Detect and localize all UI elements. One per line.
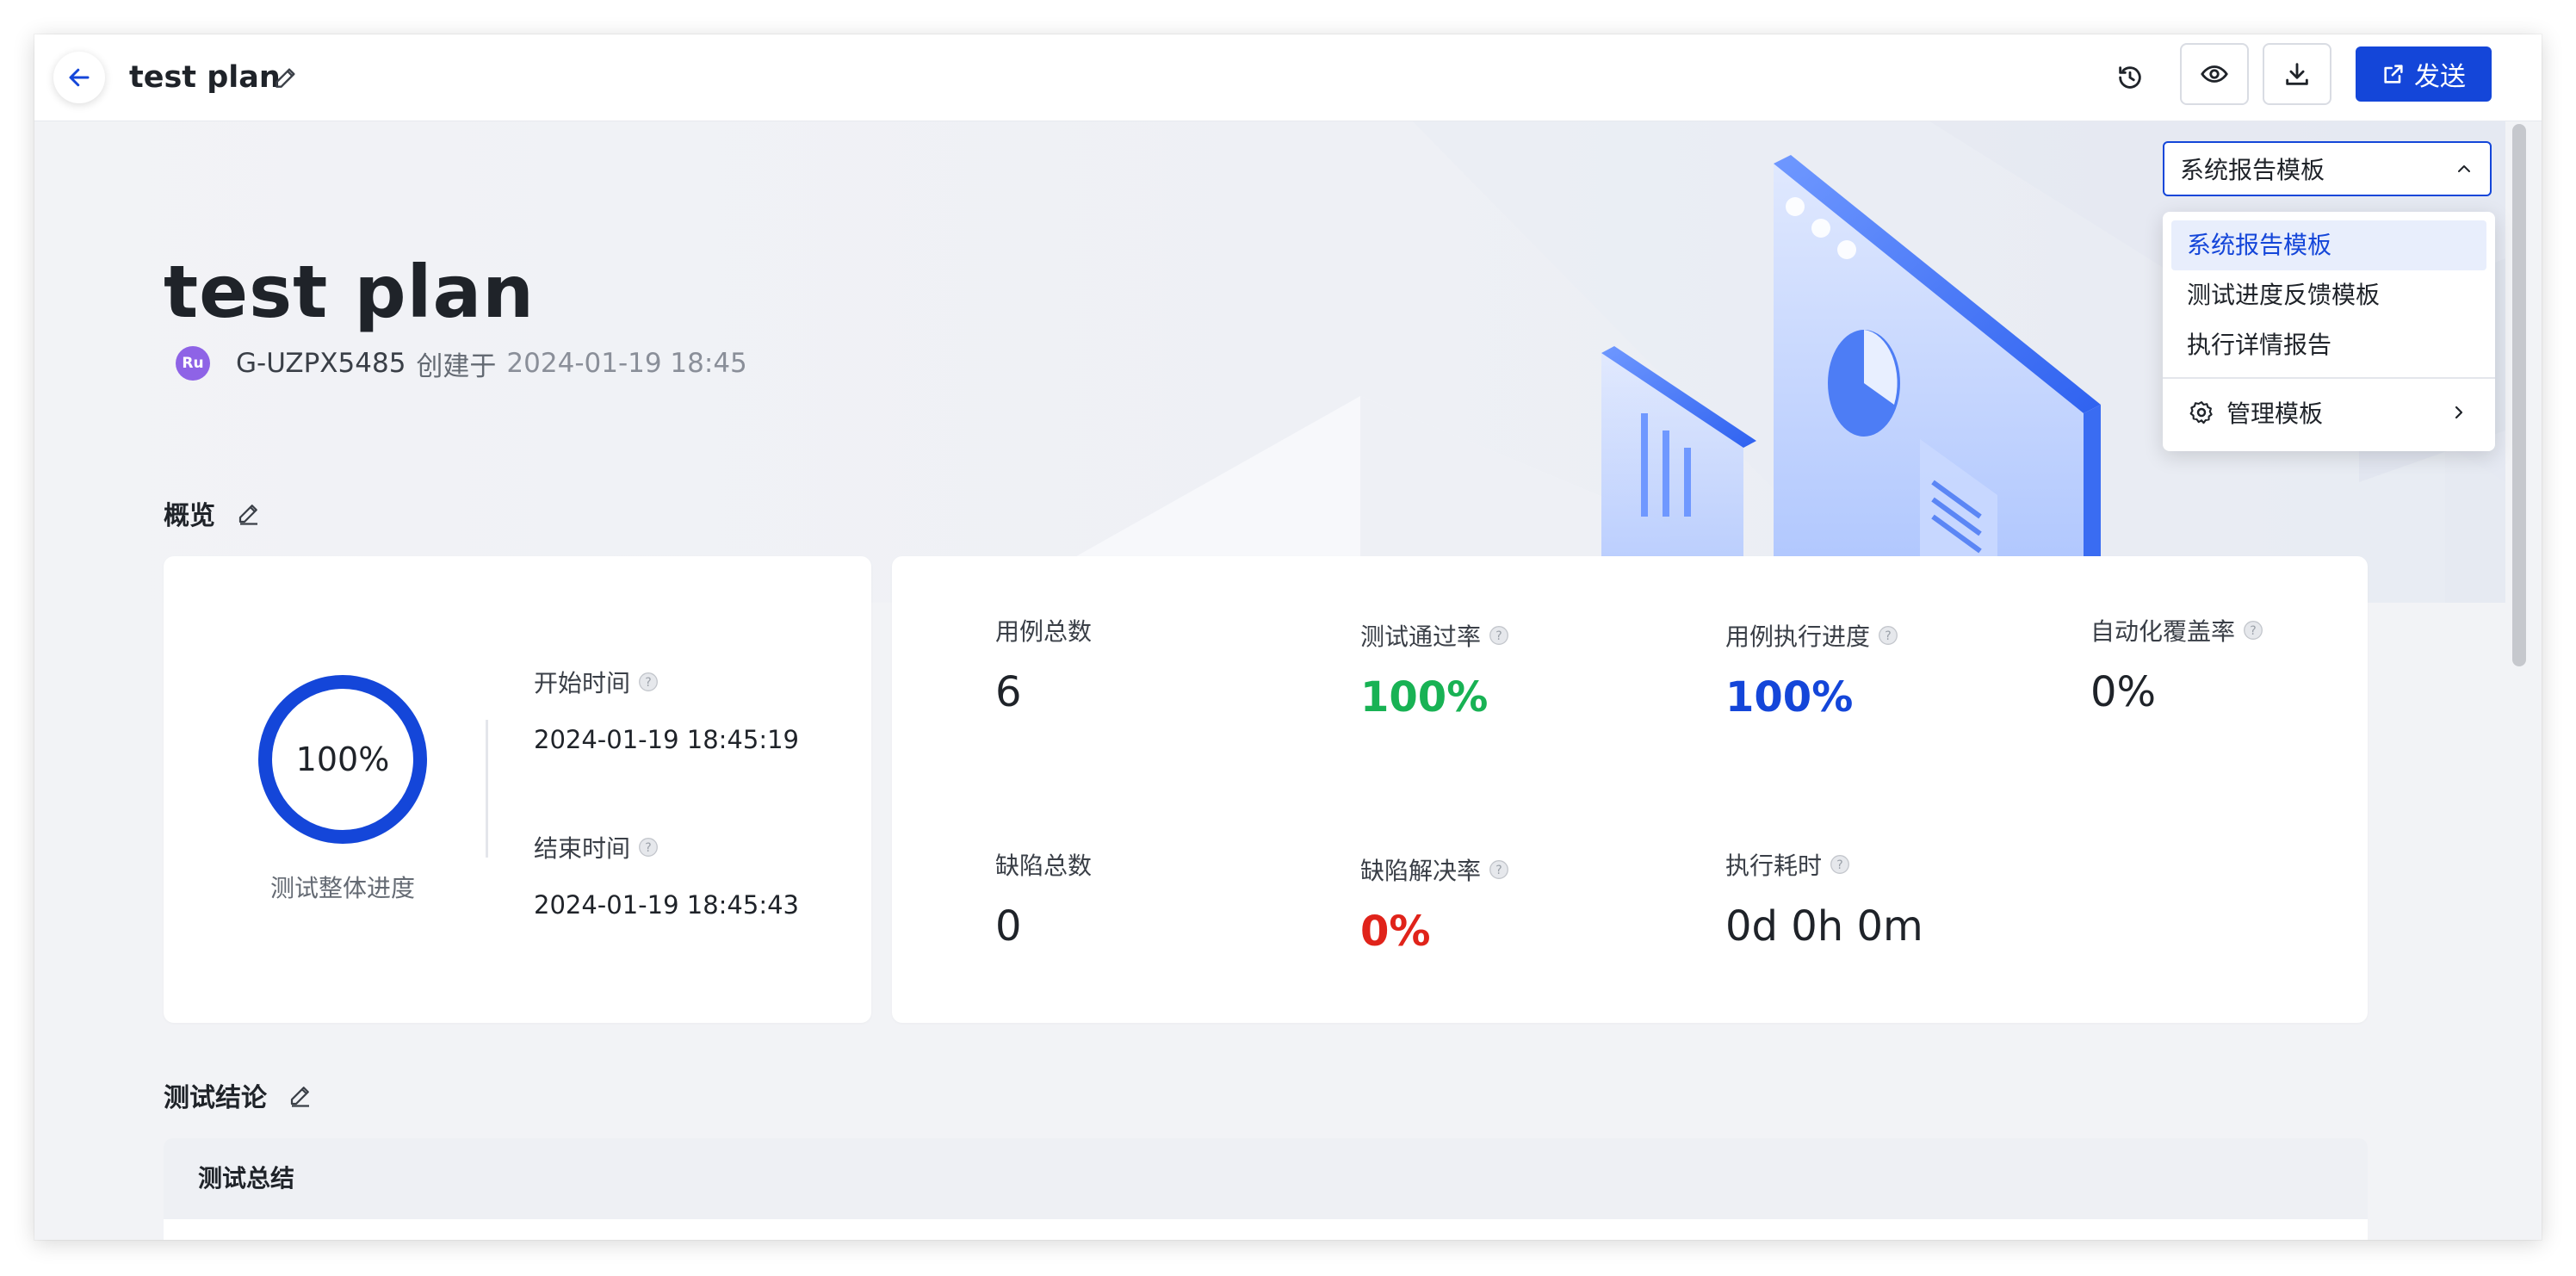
stats-card: 用例总数 6 测试通过率 ? 100% 用例执行进度 ? 100% 自动化覆盖率… bbox=[892, 556, 2368, 1023]
pencil-icon[interactable] bbox=[288, 1082, 313, 1108]
progress-caption: 测试整体进度 bbox=[269, 874, 415, 902]
stat-label-text: 缺陷解决率 bbox=[1360, 857, 1482, 885]
progress-card: 100% 测试整体进度 开始时间 ? 2024-01-19 18:45:19 结… bbox=[164, 556, 871, 1023]
stat-label-text: 测试通过率 bbox=[1360, 623, 1482, 651]
start-time-value: 2024-01-19 18:45:19 bbox=[534, 725, 799, 754]
gear-icon bbox=[2189, 401, 2213, 424]
overview-title: 概览 bbox=[164, 501, 215, 531]
stat-label-text: 自动化覆盖率 bbox=[2090, 617, 2236, 646]
history-icon bbox=[2119, 66, 2141, 89]
summary-title: 测试总结 bbox=[164, 1138, 2368, 1219]
stat-label-execution-progress: 用例执行进度 ? bbox=[1725, 618, 1899, 653]
stat-value-defect-total: 0 bbox=[995, 902, 1022, 951]
history-button[interactable] bbox=[2111, 59, 2149, 96]
stat-value-execution-progress: 100% bbox=[1725, 673, 1854, 722]
svg-text:?: ? bbox=[645, 841, 651, 855]
template-select[interactable]: 系统报告模板 bbox=[2163, 141, 2492, 196]
conclusion-section-title: 测试结论 bbox=[164, 1076, 313, 1114]
stat-label-execution-duration: 执行耗时 ? bbox=[1725, 847, 1851, 882]
send-label: 发送 bbox=[2414, 62, 2466, 92]
back-button[interactable] bbox=[53, 52, 105, 103]
top-bar: test plan 发送 bbox=[34, 34, 2542, 121]
back-arrow-icon bbox=[69, 68, 90, 87]
svg-text:?: ? bbox=[1495, 864, 1502, 877]
stat-label-text: 用例总数 bbox=[995, 617, 1093, 646]
summary-card: 测试总结 bbox=[164, 1138, 2368, 1240]
edit-title-button[interactable] bbox=[272, 64, 300, 91]
pencil-icon bbox=[276, 68, 295, 88]
stat-value-pass-rate: 100% bbox=[1360, 673, 1489, 722]
help-icon[interactable]: ? bbox=[637, 671, 659, 693]
stat-value-case-total: 6 bbox=[995, 668, 1022, 716]
stat-label-text: 执行耗时 bbox=[1725, 852, 1823, 880]
download-button[interactable] bbox=[2263, 43, 2331, 105]
progress-percent: 100% bbox=[295, 740, 390, 778]
help-icon[interactable]: ? bbox=[1488, 624, 1510, 647]
manage-templates-label: 管理模板 bbox=[2226, 400, 2324, 428]
chevron-right-icon bbox=[2455, 406, 2463, 419]
chevron-up-icon bbox=[2458, 165, 2470, 172]
download-icon bbox=[2286, 63, 2308, 85]
header-title: test plan bbox=[129, 60, 281, 95]
stat-label-defect-total: 缺陷总数 bbox=[995, 847, 1092, 882]
start-time-label-text: 开始时间 bbox=[534, 669, 631, 697]
template-option-system[interactable]: 系统报告模板 bbox=[2171, 220, 2486, 270]
template-selected-value: 系统报告模板 bbox=[2180, 156, 2325, 184]
stat-value-automation-coverage: 0% bbox=[2090, 668, 2157, 716]
help-icon[interactable]: ? bbox=[2242, 619, 2264, 641]
end-time-label-text: 结束时间 bbox=[534, 834, 631, 863]
card-divider bbox=[486, 720, 488, 858]
help-icon[interactable]: ? bbox=[1877, 624, 1899, 647]
stat-label-pass-rate: 测试通过率 ? bbox=[1360, 618, 1510, 653]
template-dropdown: 系统报告模板 测试进度反馈模板 执行详情报告 管理模板 bbox=[2163, 212, 2495, 451]
end-time-label: 结束时间 ? bbox=[534, 830, 659, 864]
svg-text:?: ? bbox=[2250, 624, 2256, 638]
send-button[interactable]: 发送 bbox=[2356, 46, 2492, 102]
stat-label-automation-coverage: 自动化覆盖率 ? bbox=[2090, 613, 2264, 647]
conclusion-title: 测试结论 bbox=[164, 1083, 267, 1113]
start-time-label: 开始时间 ? bbox=[534, 665, 659, 699]
preview-button[interactable] bbox=[2180, 43, 2249, 105]
end-time-value: 2024-01-19 18:45:43 bbox=[534, 890, 799, 920]
stat-value-execution-duration: 0d 0h 0m bbox=[1725, 902, 1923, 951]
dropdown-divider bbox=[2163, 377, 2495, 379]
pencil-icon[interactable] bbox=[236, 500, 262, 526]
stat-label-defect-resolution: 缺陷解决率 ? bbox=[1360, 852, 1510, 887]
help-icon[interactable]: ? bbox=[1488, 858, 1510, 881]
help-icon[interactable]: ? bbox=[1829, 853, 1851, 876]
svg-text:?: ? bbox=[1495, 629, 1502, 643]
stat-label-text: 缺陷总数 bbox=[995, 852, 1093, 880]
created-label: 创建于 bbox=[416, 350, 497, 382]
hero-banner: test plan Ru G-UZPX5485 创建于 2024-01-19 1… bbox=[34, 121, 2505, 603]
svg-text:?: ? bbox=[645, 676, 651, 690]
stat-label-case-total: 用例总数 bbox=[995, 613, 1092, 647]
avatar: Ru bbox=[176, 346, 210, 381]
manage-templates-item[interactable]: 管理模板 bbox=[2171, 386, 2486, 439]
svg-text:?: ? bbox=[1836, 858, 1842, 872]
svg-text:?: ? bbox=[1885, 629, 1891, 643]
creator-name: G-UZPX5485 bbox=[236, 348, 406, 379]
creator-meta: Ru G-UZPX5485 创建于 2024-01-19 18:45 bbox=[176, 346, 747, 382]
template-option-progress-feedback[interactable]: 测试进度反馈模板 bbox=[2171, 270, 2486, 320]
created-time: 2024-01-19 18:45 bbox=[506, 348, 747, 379]
external-link-icon bbox=[2384, 65, 2403, 84]
eye-icon bbox=[2201, 65, 2228, 83]
page-scrollbar[interactable] bbox=[2512, 124, 2526, 666]
report-window: test plan 发送 test plan Ru G-UZPX5485 创建于… bbox=[34, 34, 2542, 1240]
stat-value-defect-resolution: 0% bbox=[1360, 907, 1431, 956]
help-icon[interactable]: ? bbox=[637, 836, 659, 858]
report-title: test plan bbox=[164, 250, 535, 334]
stat-label-text: 用例执行进度 bbox=[1725, 623, 1871, 651]
overview-section-title: 概览 bbox=[164, 494, 262, 532]
template-option-execution-detail[interactable]: 执行详情报告 bbox=[2171, 320, 2486, 370]
